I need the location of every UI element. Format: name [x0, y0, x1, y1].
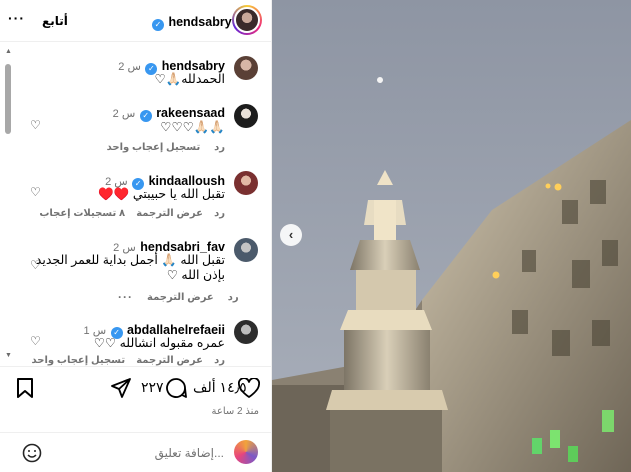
comments-count: ٢٢٧ [141, 379, 164, 395]
comment-avatar[interactable] [234, 104, 258, 128]
reply-link[interactable]: رد [214, 355, 225, 366]
comment-text: تقبل الله 🙏🏻 أجمل بداية للعمر الجديد بإذ… [35, 253, 225, 282]
comment-username[interactable]: rakeensaad [156, 106, 225, 120]
verified-badge-icon: ✓ [152, 19, 164, 31]
reply-link[interactable]: رد [228, 292, 239, 303]
author-name-row: ✓ hendsabry [152, 13, 232, 31]
comment-avatar[interactable] [234, 171, 258, 195]
comment-text: الحمدلله🙏🏻♡ [154, 72, 225, 86]
comment-likes-link[interactable]: تسجيل إعجاب واحد [32, 355, 126, 366]
comment-likes-link[interactable]: ٨ تسجيلات إعجاب [39, 208, 125, 219]
comment-more-options-icon[interactable]: ··· [118, 290, 133, 304]
like-comment-heart-icon[interactable]: ♡ [30, 258, 41, 272]
add-comment-bar: إضافة تعليق... [0, 432, 271, 472]
comment-text: 🙏🏻🙏🏻♡♡♡ [160, 120, 225, 134]
like-comment-heart-icon[interactable]: ♡ [30, 118, 41, 132]
like-comment-heart-icon[interactable]: ♡ [30, 334, 41, 348]
comment-likes-link[interactable]: تسجيل إعجاب واحد [107, 142, 201, 153]
like-comment-heart-icon[interactable]: ♡ [30, 185, 41, 199]
reply-link[interactable]: رد [214, 142, 225, 153]
comment-icon[interactable] [165, 377, 187, 399]
post-detail-panel: ✓ hendsabry أتابع ··· ▲ ▼ 2 س ✓ hendsabr… [0, 0, 272, 472]
scroll-down-arrow-icon[interactable]: ▼ [5, 352, 12, 359]
post-image[interactable]: ‹ [272, 0, 631, 472]
comment-input-placeholder: إضافة تعليق... [154, 446, 224, 460]
see-translation-link[interactable]: عرض الترجمة [147, 292, 214, 303]
scroll-up-arrow-icon[interactable]: ▲ [5, 48, 12, 55]
scrollbar-thumb[interactable] [5, 64, 11, 134]
verified-badge-icon: ✓ [139, 110, 152, 122]
previous-image-button[interactable]: ‹ [280, 224, 302, 246]
mosque-minaret-photo [272, 0, 631, 472]
share-icon[interactable] [111, 378, 131, 398]
comment-avatar[interactable] [234, 56, 258, 80]
see-translation-link[interactable]: عرض الترجمة [136, 208, 203, 219]
author-username[interactable]: hendsabry [168, 15, 231, 29]
post-actions-bar: ٢٢٧ ١٤٫٥ ألف منذ 2 ساعة [0, 366, 271, 432]
see-translation-link[interactable]: عرض الترجمة [136, 355, 203, 366]
save-bookmark-icon[interactable] [16, 378, 34, 398]
post-timestamp: منذ 2 ساعة [211, 406, 259, 417]
more-options-icon[interactable]: ··· [8, 10, 25, 26]
comment-avatar[interactable] [234, 320, 258, 344]
comment-text: تقبل الله يا حبيبتي ♥️♥️ [98, 187, 225, 201]
current-user-avatar[interactable] [234, 440, 258, 464]
reply-link[interactable]: رد [214, 208, 225, 219]
follow-button[interactable]: أتابع [42, 14, 68, 28]
comment-input[interactable]: إضافة تعليق... [54, 433, 226, 472]
comment-username[interactable]: hendsabri_fav [140, 240, 225, 254]
author-avatar[interactable] [232, 5, 262, 35]
comment-avatar[interactable] [234, 238, 258, 262]
emoji-icon[interactable] [22, 443, 42, 463]
comment-text: عمره مقبوله انشالله ♡♡ [93, 336, 225, 350]
comment-time: 2 س [118, 61, 141, 73]
comment-time: 2 س [112, 108, 136, 120]
like-heart-icon[interactable] [238, 378, 260, 398]
post-header: ✓ hendsabry أتابع ··· [0, 0, 271, 42]
